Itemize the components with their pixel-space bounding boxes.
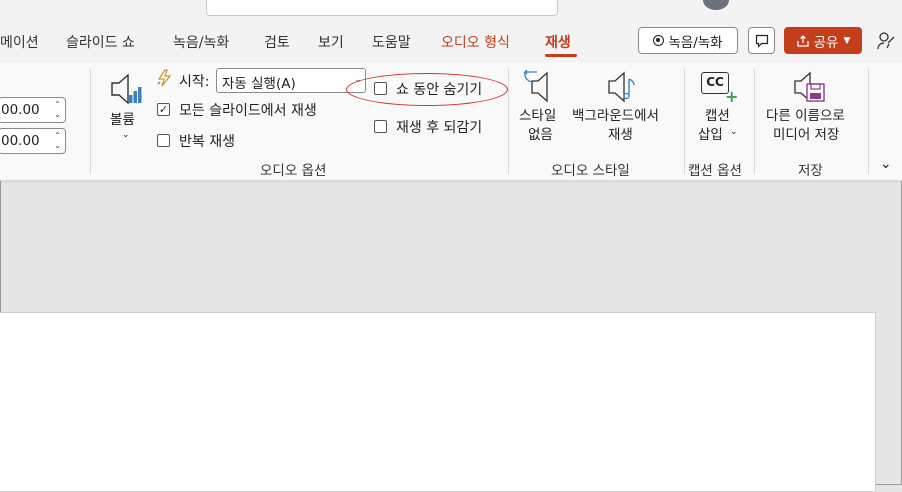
play-across-slides-label: 모든 슬라이드에서 재생 [179, 103, 317, 119]
loop-label: 반복 재생 [179, 134, 235, 150]
volume-label: 볼륨 [110, 112, 135, 128]
lightning-icon [157, 69, 172, 87]
tab-review[interactable]: 검토 [264, 32, 290, 52]
volume-button[interactable]: 볼륨 ⌄ [105, 67, 147, 147]
comment-icon [755, 34, 768, 48]
no-style-label-1: 스타일 [519, 108, 557, 124]
record-button-label: 녹음/녹화 [668, 34, 723, 51]
share-button[interactable]: 공유 ▼ [784, 27, 862, 54]
group-separator [508, 68, 509, 174]
chevron-down-icon: ⌄ [122, 130, 130, 140]
rewind-after-playing-checkbox[interactable] [374, 120, 387, 133]
record-button[interactable]: 녹음/녹화 [638, 27, 738, 54]
group-separator [754, 68, 755, 174]
no-style-label-2: 없음 [528, 127, 553, 143]
no-style-button[interactable]: 스타일 없음 [517, 67, 567, 149]
chevron-down-icon: ▼ [843, 35, 851, 46]
group-label-audio-options: 오디오 옵션 [260, 163, 327, 179]
rewind-after-playing-label: 재생 후 되감기 [396, 120, 483, 136]
save-media-label-2: 미디어 저장 [773, 127, 840, 143]
group-separator [868, 68, 869, 174]
play-in-background-label-1: 백그라운드에서 [572, 108, 659, 124]
share-button-label: 공유 [813, 34, 839, 51]
spin-down-icon[interactable]: ⌄ [54, 142, 61, 150]
group-label-audio-styles: 오디오 스타일 [551, 163, 630, 179]
group-label-save: 저장 [798, 163, 823, 179]
tab-animations[interactable]: 메이션 [0, 32, 39, 52]
chevron-down-icon: ⌄ [730, 127, 738, 137]
no-style-icon [523, 69, 548, 103]
spin-up-icon[interactable]: ⌃ [54, 101, 61, 109]
play-in-background-button[interactable]: 백그라운드에서 재생 [572, 67, 672, 149]
presenter-coach-icon[interactable] [876, 31, 896, 51]
save-media-label-1: 다른 이름으로 [766, 108, 845, 124]
tab-slide-show[interactable]: 슬라이드 쇼 [66, 32, 135, 52]
group-separator [90, 68, 91, 174]
insert-captions-button[interactable]: CC + 캡션 삽입 ⌄ [694, 67, 744, 149]
insert-captions-label-2: 삽입 [698, 127, 723, 143]
comments-button[interactable] [748, 27, 775, 54]
tab-record[interactable]: 녹음/녹화 [173, 32, 229, 52]
background-play-icon [608, 71, 635, 103]
tab-view[interactable]: 보기 [318, 32, 344, 52]
active-tab-indicator [545, 54, 577, 57]
highlight-annotation [346, 73, 508, 106]
play-in-background-label-2: 재생 [608, 127, 633, 143]
group-separator [684, 68, 685, 174]
slide-canvas[interactable] [0, 312, 876, 492]
spin-down-icon[interactable]: ⌄ [54, 111, 61, 119]
volume-icon [111, 73, 142, 105]
save-media-icon [794, 71, 825, 103]
start-select[interactable]: 자동 실행(A) ⌄ [216, 68, 366, 93]
start-label: 시작: [179, 74, 210, 90]
play-across-slides-checkbox[interactable]: ✓ [157, 103, 170, 116]
fade-out-duration[interactable]: 00.00 ⌃ ⌄ [0, 128, 66, 154]
plus-icon: + [725, 87, 739, 106]
save-media-as-button[interactable]: 다른 이름으로 미디어 저장 [764, 67, 860, 149]
group-label-caption-options: 캡션 옵션 [688, 163, 742, 179]
loop-checkbox[interactable] [157, 134, 170, 147]
fade-in-duration[interactable]: 00.00 ⌃ ⌄ [0, 97, 66, 123]
record-dot-icon [653, 35, 665, 46]
search-input[interactable] [206, 0, 558, 16]
share-icon [796, 34, 809, 47]
insert-captions-label-1: 캡션 [705, 108, 730, 124]
tab-help[interactable]: 도움말 [372, 32, 411, 52]
ribbon-collapse-chevron-icon[interactable]: ⌄ [880, 156, 892, 172]
tab-audio-format[interactable]: 오디오 형식 [441, 32, 510, 52]
tab-playback[interactable]: 재생 [545, 32, 571, 52]
spin-up-icon[interactable]: ⌃ [54, 132, 61, 140]
